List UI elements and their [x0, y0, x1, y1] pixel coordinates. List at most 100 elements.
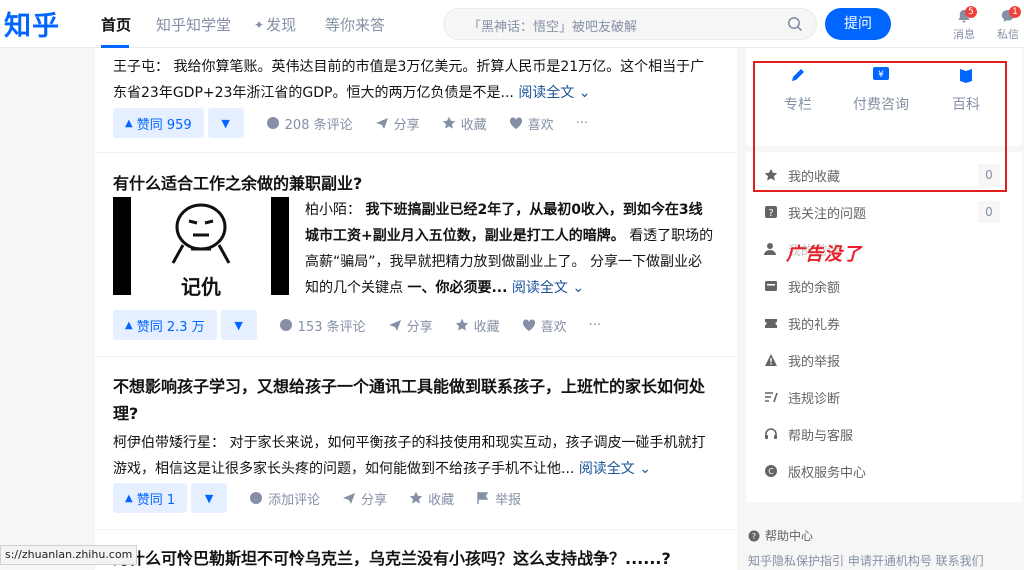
author-name[interactable]: 王子屯：	[113, 59, 169, 75]
answer-excerpt[interactable]: 柯伊伯带矮行星： 对于家长来说，如何平衡孩子的科技使用和现实互动，孩子调皮一碰手…	[113, 430, 717, 482]
share-icon	[343, 493, 356, 504]
help-center-link[interactable]: ? 帮助中心	[748, 527, 813, 544]
collect-button[interactable]: 收藏	[409, 489, 454, 508]
sidebar-item-balance[interactable]: 我的余额	[764, 275, 1000, 297]
help-center-label: 帮助中心	[765, 529, 814, 543]
like-button[interactable]: 喜欢	[509, 114, 554, 133]
ticket-icon	[765, 319, 777, 328]
share-icon	[388, 320, 401, 331]
nav-discover[interactable]: ✦ 发现	[254, 14, 296, 35]
nav-home[interactable]: 首页	[101, 14, 131, 35]
sidebar-item-reports[interactable]: 我的举报	[764, 349, 1000, 371]
more-dots-icon: ···	[575, 115, 589, 131]
downvote-arrow-icon: ▼	[221, 116, 230, 130]
copyright-icon: C	[765, 465, 777, 477]
comment-button[interactable]: 153 条评论	[279, 316, 366, 335]
wallet-icon	[765, 281, 777, 291]
upvote-arrow-icon: ▲	[125, 117, 133, 129]
action-bar: ▲ 赞同 959 ▼ 208 条评论 分享 收藏 喜欢 ···	[113, 108, 588, 138]
sidebar-item-label: 我的举报	[788, 354, 841, 370]
feed-card[interactable]: 为什么可怜巴勒斯坦不可怜乌克兰，乌克兰没有小孩吗？这么支持战争？......?	[113, 545, 717, 570]
annotation-highlight-box	[753, 61, 1007, 192]
report-button[interactable]: 举报	[476, 489, 521, 508]
ask-question-button[interactable]: 提问	[825, 8, 891, 40]
upvote-button[interactable]: ▲ 赞同 959	[113, 108, 204, 138]
thumbnail-meme: 记仇	[131, 197, 271, 299]
downvote-button[interactable]: ▼	[207, 108, 244, 138]
search-input[interactable]: 「黑神话：悟空」被吧友破解	[468, 16, 637, 35]
like-label: 喜欢	[540, 319, 567, 335]
answer-thumbnail[interactable]: 记仇	[113, 197, 289, 299]
direct-messages-button[interactable]: 1 私信	[993, 6, 1023, 42]
headset-icon	[765, 428, 777, 439]
share-label: 分享	[393, 117, 420, 133]
more-button[interactable]: ···	[589, 318, 601, 333]
read-more-link[interactable]: 阅读全文 ⌄	[518, 85, 590, 101]
upvote-arrow-icon: ▲	[125, 492, 133, 504]
answer-excerpt[interactable]: 王子屯： 我给你算笔账。英伟达目前的市值是3万亿美元。折算人民币是21万亿。这个…	[113, 54, 717, 106]
downvote-button[interactable]: ▼	[191, 483, 228, 513]
heart-icon	[509, 117, 522, 129]
share-button[interactable]: 分享	[388, 316, 433, 335]
feed-card[interactable]: 有什么适合工作之余做的兼职副业? 记仇 柏小陌： 我下班搞副业已经2年了，从最初…	[113, 170, 717, 300]
help-circle-icon: ?	[748, 530, 760, 541]
zhihu-logo[interactable]: 知乎	[4, 4, 60, 43]
collect-label: 收藏	[473, 319, 500, 335]
upvote-label: 赞同 1	[136, 492, 176, 508]
read-more-link[interactable]: 阅读全文 ⌄	[579, 461, 651, 477]
upvote-button[interactable]: ▲ 赞同 2.3 万	[113, 310, 217, 340]
feed-divider	[95, 152, 737, 153]
footer-links[interactable]: 知乎隐私保护指引 申请开通机构号 联系我们	[748, 552, 984, 569]
collect-button[interactable]: 收藏	[442, 114, 487, 133]
messages-label: 消息	[953, 28, 975, 41]
feed-card[interactable]: 王子屯： 我给你算笔账。英伟达目前的市值是3万亿美元。折算人民币是21万亿。这个…	[113, 54, 717, 106]
sidebar-item-help[interactable]: 帮助与客服	[764, 423, 1000, 445]
comment-button[interactable]: 208 条评论	[266, 114, 353, 133]
more-button[interactable]: ···	[576, 116, 588, 131]
sidebar-item-copyright[interactable]: C 版权服务中心	[764, 460, 1000, 482]
collect-button[interactable]: 收藏	[455, 316, 500, 335]
search-icon[interactable]	[787, 16, 803, 32]
nav-zhixuetang[interactable]: 知乎知学堂	[156, 14, 231, 35]
question-title[interactable]: 为什么可怜巴勒斯坦不可怜乌克兰，乌克兰没有小孩吗？这么支持战争？......?	[113, 545, 717, 570]
share-button[interactable]: 分享	[375, 114, 420, 133]
collect-label: 收藏	[428, 492, 455, 508]
comment-label: 153 条评论	[297, 319, 366, 335]
sidebar-item-violation-check[interactable]: 违规诊断	[764, 386, 1000, 408]
top-header: 知乎 首页 知乎知学堂 ✦ 发现 等你来答 「黑神话：悟空」被吧友破解 提问 5 …	[0, 0, 1024, 48]
excerpt-text: 我给你算笔账。英伟达目前的市值是3万亿美元。折算人民币是21万亿。这个相当于广东…	[113, 59, 705, 101]
feed-column: 王子屯： 我给你算笔账。英伟达目前的市值是3万亿美元。折算人民币是21万亿。这个…	[95, 48, 737, 570]
answer-excerpt[interactable]: 柏小陌： 我下班搞副业已经2年了，从最初0收入，到如今在3线城市工资+副业月入五…	[305, 197, 715, 301]
sidebar-item-label: 版权服务中心	[788, 465, 867, 481]
question-title[interactable]: 不想影响孩子学习，又想给孩子一个通讯工具能做到联系孩子，上班忙的家长如何处理?	[113, 373, 717, 427]
feed-divider	[95, 356, 737, 357]
feed-divider	[95, 529, 737, 530]
sidebar-item-label: 我的余额	[788, 280, 841, 296]
feed-card[interactable]: 不想影响孩子学习，又想给孩子一个通讯工具能做到联系孩子，上班忙的家长如何处理? …	[113, 373, 717, 482]
author-name[interactable]: 柯伊伯带矮行星：	[113, 435, 225, 451]
sidebar-item-coupons[interactable]: 我的礼券	[764, 312, 1000, 334]
messages-button[interactable]: 5 消息	[949, 6, 979, 42]
like-button[interactable]: 喜欢	[522, 316, 567, 335]
report-label: 举报	[495, 492, 522, 508]
collect-label: 收藏	[460, 117, 487, 133]
share-label: 分享	[406, 319, 433, 335]
comment-icon	[266, 117, 279, 129]
meme-face-icon	[171, 203, 231, 264]
diagnose-icon	[765, 392, 778, 403]
downvote-button[interactable]: ▼	[220, 310, 257, 340]
read-more-link[interactable]: 阅读全文 ⌄	[512, 280, 584, 296]
comment-label: 添加评论	[268, 492, 321, 508]
question-title[interactable]: 有什么适合工作之余做的兼职副业?	[113, 170, 717, 197]
read-more-label: 阅读全文	[578, 461, 635, 477]
share-button[interactable]: 分享	[342, 489, 387, 508]
svg-text:C: C	[768, 467, 774, 476]
upvote-arrow-icon: ▲	[125, 319, 133, 331]
nav-waiting-answers[interactable]: 等你来答	[325, 14, 385, 35]
sparkle-icon: ✦	[254, 17, 265, 32]
upvote-button[interactable]: ▲ 赞同 1	[113, 483, 188, 513]
sidebar-item-followed-questions[interactable]: ? 我关注的问题 0	[764, 201, 1000, 223]
comment-button[interactable]: 添加评论	[249, 489, 320, 508]
author-name[interactable]: 柏小陌：	[305, 202, 361, 218]
search-box[interactable]: 「黑神话：悟空」被吧友破解	[443, 8, 817, 40]
